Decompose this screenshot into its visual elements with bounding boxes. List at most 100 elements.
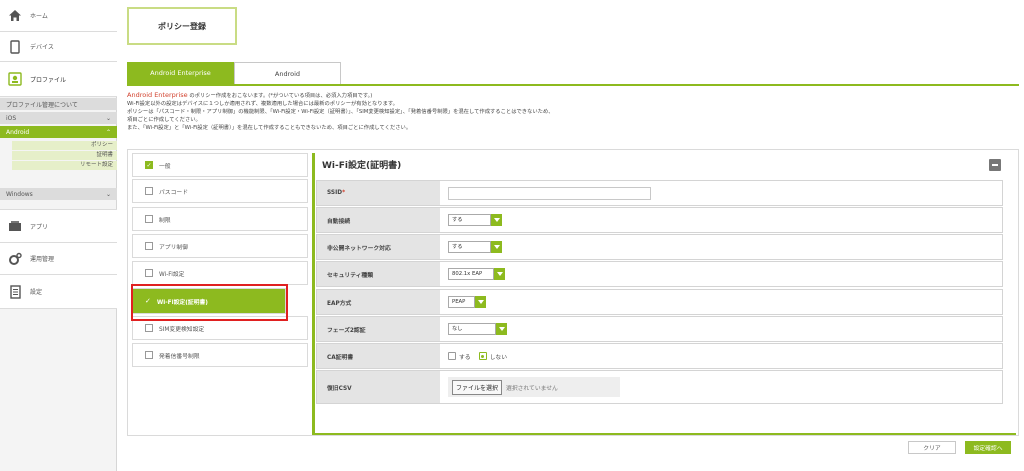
- radio-label: する: [459, 354, 471, 361]
- checkbox-checked-icon: ✓: [145, 161, 153, 169]
- choose-file-button[interactable]: ファイルを選択: [452, 379, 503, 395]
- menu-item-general[interactable]: ✓ 一般: [132, 153, 308, 177]
- form-row-security-type: セキュリティ種類 802.1x EAP: [316, 261, 1003, 287]
- sidebar-item-label: Android: [6, 128, 30, 136]
- menu-item-label: 発着信番号制限: [159, 353, 200, 360]
- dropdown-arrow-icon: [496, 323, 507, 335]
- form-row-ssid: SSID *: [316, 180, 1003, 206]
- menu-item-label: 制限: [159, 217, 171, 224]
- sidebar-item-label: プロファイル管理について: [6, 101, 78, 109]
- form-row-hidden-network: 非公開ネットワーク対応 する: [316, 234, 1003, 260]
- sidebar-item-home[interactable]: ホーム: [0, 0, 117, 32]
- chevron-down-icon: ⌄: [105, 190, 111, 198]
- confirm-button[interactable]: 設定確認へ: [965, 441, 1011, 454]
- checkbox-icon: [145, 187, 153, 195]
- description-line: Wi-Fi設定以外の設定はデバイスに１つしか適用されず、複数適用した場合には最新…: [127, 101, 398, 107]
- dropdown-arrow-icon: [491, 214, 502, 226]
- sidebar-item-settings[interactable]: 設定: [0, 275, 117, 309]
- sidebar-item-windows[interactable]: Windows ⌄: [0, 188, 117, 200]
- radio-ca-no[interactable]: [478, 352, 487, 360]
- sidebar-item-profile[interactable]: プロファイル: [0, 62, 117, 97]
- sidebar-item-apps[interactable]: アプリ: [0, 209, 117, 243]
- page-title: ポリシー登録: [158, 21, 206, 31]
- home-icon: [8, 9, 22, 23]
- sidebar-item-remote-settings[interactable]: リモート設定: [12, 161, 117, 170]
- sidebar-item-certificate[interactable]: 証明書: [12, 151, 117, 160]
- hidden-network-select[interactable]: する: [448, 241, 502, 253]
- eap-select[interactable]: PEAP: [448, 296, 486, 308]
- chevron-up-icon: ⌃: [105, 128, 111, 136]
- menu-item-label: アプリ制御: [159, 244, 188, 251]
- profile-icon: [8, 72, 22, 86]
- sidebar-item-android[interactable]: Android ⌃: [0, 126, 117, 138]
- menu-item-call-restriction[interactable]: 発着信番号制限: [132, 343, 308, 367]
- form-row-recovery-csv: 復旧CSV ファイルを選択 選択されていません: [316, 370, 1003, 404]
- auto-connect-label: 自動接続: [317, 208, 440, 232]
- sidebar-item-label: ホーム: [30, 13, 48, 20]
- description-line: また、「Wi-Fi設定」と「Wi-Fi設定（証明書）」を混在して作成することもで…: [127, 125, 412, 131]
- sidebar-item-label: アプリ: [30, 223, 49, 231]
- checkbox-icon: [145, 351, 153, 359]
- gear-icon: [8, 252, 22, 266]
- tab-android[interactable]: Android: [234, 62, 341, 84]
- phase2-select[interactable]: なし: [448, 323, 507, 335]
- select-value: する: [448, 241, 491, 253]
- sidebar-item-label: Windows: [6, 190, 33, 198]
- sidebar-item-label: デバイス: [30, 44, 54, 51]
- app-icon: [8, 219, 22, 233]
- sidebar-item-label: 運用管理: [30, 256, 55, 263]
- hidden-network-label: 非公開ネットワーク対応: [317, 235, 440, 259]
- ssid-label-text: SSID: [327, 190, 343, 196]
- description-line: Android Enterprise のポリシー作成をおこないます。(*がついて…: [127, 91, 1007, 100]
- checkbox-icon: [145, 324, 153, 332]
- selection-highlight: [131, 284, 288, 321]
- auto-connect-select[interactable]: する: [448, 214, 502, 226]
- select-value: PEAP: [448, 296, 475, 308]
- description-text: のポリシー作成をおこないます。(*がついている項目は、必須入力項目です。): [187, 93, 373, 99]
- checkbox-icon: [145, 215, 153, 223]
- menu-item-restriction[interactable]: 制限: [132, 207, 308, 231]
- file-status: 選択されていません: [506, 385, 558, 392]
- file-input: ファイルを選択 選択されていません: [448, 377, 620, 397]
- select-value: する: [448, 214, 491, 226]
- sidebar-item-label: iOS: [6, 114, 17, 122]
- dropdown-arrow-icon: [491, 241, 502, 253]
- description: Android Enterprise のポリシー作成をおこないます。(*がついて…: [127, 91, 1007, 132]
- sidebar-item-label: プロファイル: [30, 76, 67, 84]
- menu-item-label: 一般: [159, 163, 171, 170]
- ssid-input[interactable]: [448, 186, 651, 200]
- brand-name: Android Enterprise: [127, 91, 188, 99]
- sidebar-item-devices[interactable]: デバイス: [0, 32, 117, 62]
- security-type-select[interactable]: 802.1x EAP: [448, 268, 505, 280]
- device-icon: [8, 39, 22, 54]
- sidebar-item-policy[interactable]: ポリシー: [12, 141, 117, 150]
- ca-cert-options: する しない: [448, 352, 507, 361]
- security-type-label: セキュリティ種類: [317, 262, 440, 286]
- collapse-button[interactable]: [989, 159, 1001, 171]
- form-row-eap: EAP方式 PEAP: [316, 289, 1003, 315]
- menu-item-wifi[interactable]: Wi-Fi設定: [132, 261, 308, 285]
- sidebar-item-ios[interactable]: iOS ⌄: [0, 112, 117, 124]
- description-line: ポリシーは「パスコード・制限・アプリ制御」の機能制限、「Wi-Fi設定・Wi-F…: [127, 109, 554, 115]
- form-title: Wi-Fi設定(証明書): [322, 161, 402, 171]
- select-value: なし: [448, 323, 496, 335]
- menu-item-passcode[interactable]: パスコード: [132, 179, 308, 203]
- chevron-down-icon: ⌄: [105, 114, 111, 122]
- form-row-auto-connect: 自動接続 する: [316, 207, 1003, 233]
- sidebar-item-operations[interactable]: 運用管理: [0, 243, 117, 275]
- tab-android-enterprise[interactable]: Android Enterprise: [127, 62, 234, 84]
- clear-button[interactable]: クリア: [908, 441, 956, 454]
- radio-ca-yes[interactable]: [448, 352, 456, 360]
- form-row-phase2: フェーズ2認証 なし: [316, 316, 1003, 342]
- tab-underline: [127, 84, 1019, 86]
- radio-label: しない: [489, 354, 508, 361]
- menu-item-app-control[interactable]: アプリ制御: [132, 234, 308, 258]
- sidebar-item-profile-manage[interactable]: プロファイル管理について: [0, 98, 117, 110]
- checkbox-icon: [145, 242, 153, 250]
- menu-item-label: パスコード: [159, 189, 188, 196]
- checkbox-icon: [145, 269, 153, 277]
- phase2-label: フェーズ2認証: [317, 317, 440, 341]
- sidebar: ホーム デバイス プロファイル プロファイル管理について iOS ⌄ Andro…: [0, 0, 117, 471]
- eap-label: EAP方式: [317, 290, 440, 314]
- dropdown-arrow-icon: [494, 268, 505, 280]
